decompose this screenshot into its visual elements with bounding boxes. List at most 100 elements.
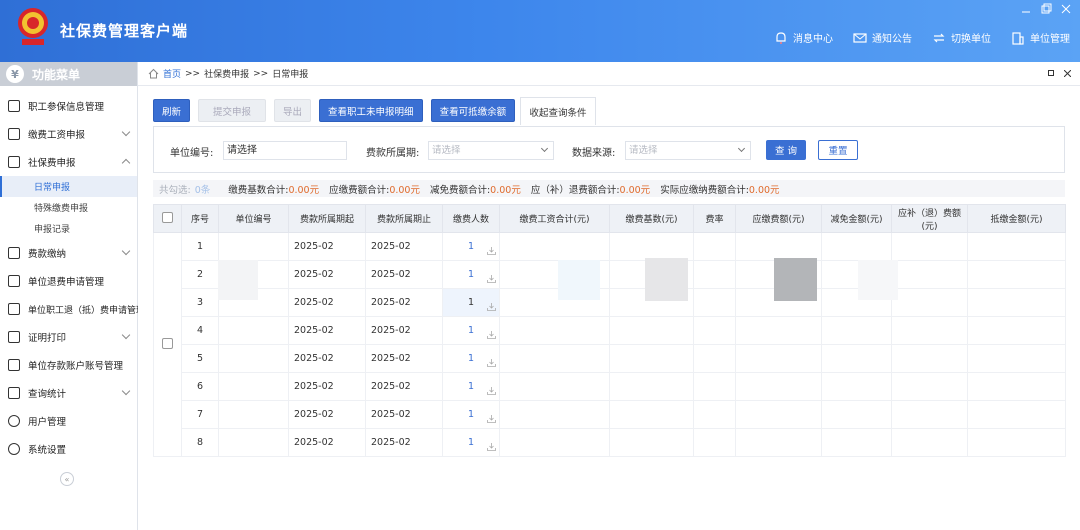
col-unit-code: 单位编号 [218,204,289,233]
submit-declare-button[interactable]: 提交申报 [198,99,267,122]
tax-emblem-icon [18,8,48,45]
download-icon[interactable] [487,331,496,339]
sidebar-item-query-stats[interactable]: 查询统计 [0,379,137,407]
download-icon[interactable] [487,303,496,311]
col-rate: 费率 [693,204,736,233]
panel-close-icon[interactable] [1063,69,1072,78]
doc-icon [8,331,20,343]
sidebar-item-unit-refund[interactable]: 单位退费申请管理 [0,267,137,295]
chevron-down-icon [121,246,131,256]
breadcrumb-level1[interactable]: 社保费申报 [204,67,249,80]
table-row[interactable]: 4 2025-02 2025-02 1 [154,316,1066,345]
close-button[interactable] [1060,3,1072,15]
unit-code-input[interactable]: 请选择 [223,141,347,160]
col-period-end: 费款所属期止 [365,204,443,233]
table-row[interactable]: 3 2025-02 2025-02 1 [154,288,1066,317]
refund-total: 0.00元 [619,184,651,196]
download-icon[interactable] [487,415,496,423]
sidebar-item-employee-refund[interactable]: 单位职工退（抵）费申请管理 [0,295,145,323]
notice-link[interactable]: 通知公告 [853,30,912,45]
list-icon [8,100,20,112]
col-deduct: 抵缴金额(元) [967,204,1066,233]
gear-icon [8,415,20,427]
sidebar-item-fee-payment[interactable]: 费款缴纳 [0,239,137,267]
table-row[interactable]: 1 2025-02 2025-02 1 [153,232,1066,457]
sidebar-collapse-button[interactable]: « [60,472,74,486]
refresh-button[interactable]: 刷新 [153,99,191,122]
table-row[interactable]: 7 2025-02 2025-02 1 [154,400,1066,429]
source-label: 数据来源: [572,148,616,159]
panel-restore-icon[interactable] [1048,70,1054,76]
sidebar-item-system-settings[interactable]: 系统设置 [0,435,137,463]
count-link[interactable]: 1 [468,269,474,280]
count-link[interactable]: 1 [468,409,474,420]
chevron-up-icon [121,158,131,168]
download-icon[interactable] [487,275,496,283]
message-center-link[interactable]: 消息中心 [774,30,833,45]
redacted-block [774,258,817,301]
menu-header: ¥ 功能菜单 [0,62,137,86]
sidebar-item-certificate-print[interactable]: 证明打印 [0,323,137,351]
switch-unit-link[interactable]: 切换单位 [932,30,991,45]
count-link[interactable]: 1 [468,325,474,336]
source-select[interactable]: 请选择 [625,141,751,160]
search-button[interactable]: 查 询 [766,140,806,160]
minimize-button[interactable] [1020,3,1032,15]
sidebar-item-wage-declare[interactable]: 缴费工资申报 [0,120,137,148]
col-refund: 应补（退）费额(元) [891,204,968,233]
collapse-filter-tab[interactable]: 收起查询条件 [520,97,596,125]
due-total: 0.00元 [389,184,420,196]
table-row[interactable]: 8 2025-02 2025-02 1 [154,428,1066,457]
sidebar-subitem-declare-record[interactable]: 申报记录 [0,218,137,239]
count-link[interactable]: 1 [468,437,474,448]
chevron-down-icon [121,330,131,340]
breadcrumb-home[interactable]: 首页 [163,67,181,80]
table-row[interactable]: 2 2025-02 2025-02 1 [154,260,1066,289]
unit-manage-link[interactable]: 单位管理 [1011,30,1070,45]
export-button[interactable]: 导出 [274,99,312,122]
breadcrumb: 首页 >> 社保费申报 >> 日常申报 [138,62,1080,86]
download-icon[interactable] [487,443,496,451]
base-total: 0.00元 [288,184,320,196]
card-icon [8,247,20,259]
count-link[interactable]: 1 [468,297,474,308]
select-all-checkbox[interactable] [162,211,173,223]
declare-table: 序号 单位编号 费款所属期起 费款所属期止 缴费人数 缴费工资合计(元) 缴费基… [153,204,1066,457]
period-select[interactable]: 请选择 [428,141,554,160]
count-link[interactable]: 1 [468,241,474,252]
download-icon[interactable] [487,359,496,367]
redacted-block [558,260,600,300]
sidebar-subitem-daily-declare[interactable]: 日常申报 [0,176,137,197]
selected-count: 0条 [194,184,211,196]
restore-button[interactable] [1040,3,1052,15]
col-period-start: 费款所属期起 [288,204,366,233]
view-unreported-button[interactable]: 查看职工未申报明细 [319,99,423,122]
sidebar-subitem-special-declare[interactable]: 特殊缴费申报 [0,197,137,218]
chevron-down-icon [540,144,549,153]
sidebar-item-deposit-account[interactable]: 单位存款账户账号管理 [0,351,137,379]
col-due: 应缴费额(元) [735,204,822,233]
count-link[interactable]: 1 [468,353,474,364]
chevron-down-icon [737,144,746,153]
col-exempt: 减免金额(元) [821,204,892,233]
col-wage-total: 缴费工资合计(元) [499,204,610,233]
redacted-block [645,258,688,301]
sidebar-item-insured-info[interactable]: 职工参保信息管理 [0,92,137,120]
reset-button[interactable]: 重置 [818,140,858,160]
exempt-total: 0.00元 [490,184,521,196]
col-no: 序号 [181,204,219,233]
table-row[interactable]: 6 2025-02 2025-02 1 [154,372,1066,401]
filter-panel: 单位编号: 请选择 费款所属期: 请选择 数据来源: 请选择 查 询 重置 [153,126,1065,173]
chart-icon [8,387,20,399]
download-icon[interactable] [487,247,496,255]
table-row[interactable]: 5 2025-02 2025-02 1 [154,344,1066,373]
row-group-checkbox[interactable] [162,337,173,349]
yen-icon: ¥ [6,65,24,83]
period-label: 费款所属期: [366,148,420,159]
download-icon[interactable] [487,387,496,395]
count-link[interactable]: 1 [468,381,474,392]
chevron-down-icon [121,127,131,137]
sidebar-item-user-manage[interactable]: 用户管理 [0,407,137,435]
sidebar-item-social-fee-declare[interactable]: 社保费申报 [0,148,137,176]
view-deductible-button[interactable]: 查看可抵缴余额 [430,99,516,122]
